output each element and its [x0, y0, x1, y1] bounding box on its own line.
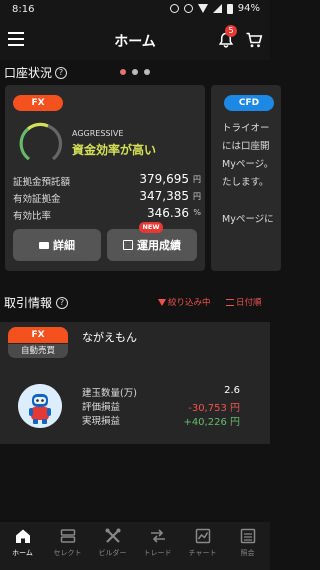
notification-badge: 5: [225, 25, 237, 37]
help-icon[interactable]: ?: [55, 66, 68, 79]
strategy-name: ながえもん: [82, 331, 137, 344]
account-section-header: 口座状況 ?: [4, 64, 68, 81]
select-icon: [60, 529, 75, 543]
fx-account-card[interactable]: FX AGGRESSIVE 資金効率が高い 証拠金預託額 379,695 円 有…: [5, 85, 205, 271]
stat-margin-deposit: 証拠金預託額 379,695 円: [13, 172, 201, 188]
carousel-indicator: [120, 69, 150, 75]
cfd-text-line: Myページ。: [222, 159, 274, 170]
sort-button[interactable]: 日付順: [226, 296, 262, 308]
filter-icon: [158, 298, 166, 306]
trade-icon: [150, 529, 165, 543]
list-icon: [240, 528, 255, 544]
battery-level: 94%: [237, 3, 260, 14]
stat-unrealized-pl: 評価損益 -30,753 円: [82, 402, 240, 414]
risk-gauge: [19, 122, 63, 161]
cfd-account-card[interactable]: CFD トライオー には口座開 Myページ。 たします。 Myページに: [211, 85, 281, 271]
detail-button[interactable]: 詳細: [13, 229, 101, 261]
wifi-icon: [197, 4, 208, 13]
new-badge: NEW: [139, 222, 163, 233]
bottom-nav: ホーム セレクト ビルダー トレード チャート 照会: [0, 522, 270, 570]
status-bar: 8:16 94%: [0, 0, 270, 20]
carousel-dot: [132, 69, 138, 75]
risk-level-label: AGGRESSIVE: [72, 129, 124, 138]
cfd-tag: CFD: [224, 95, 274, 111]
filter-button[interactable]: 絞り込み中: [158, 296, 211, 308]
performance-button[interactable]: 運用成績: [107, 229, 197, 261]
fx-tag: FX: [13, 95, 63, 111]
fx-tag: FX: [8, 327, 68, 343]
card-icon: [39, 241, 49, 249]
signal-icon: [212, 4, 222, 13]
status-time: 8:16: [12, 4, 35, 15]
battery-icon: [226, 3, 233, 14]
nav-builder[interactable]: ビルダー: [90, 522, 135, 570]
alarm-icon: [169, 4, 179, 13]
nav-select[interactable]: セレクト: [45, 522, 90, 570]
carousel-dot: [144, 69, 150, 75]
stat-effective-ratio: 有効比率 346.36 %: [13, 206, 201, 222]
trade-section-title: 取引情報: [4, 296, 53, 310]
nav-inquiry[interactable]: 照会: [225, 522, 270, 570]
stat-position-size: 建玉数量(万) 2.6: [82, 385, 240, 399]
robot-avatar-icon: [18, 384, 62, 428]
risk-level-text: 資金効率が高い: [72, 143, 157, 157]
trade-section-header: 取引情報 ?: [4, 294, 69, 311]
calendar-icon: [123, 240, 133, 250]
nav-chart[interactable]: チャート: [180, 522, 225, 570]
stat-realized-pl: 実現損益 +40,226 円: [82, 416, 240, 428]
help-icon[interactable]: ?: [56, 296, 69, 309]
tools-icon: [105, 528, 120, 543]
home-icon: [15, 529, 30, 543]
cfd-text-line: たします。: [222, 177, 269, 188]
cfd-text-line: Myページに: [222, 214, 274, 225]
carousel-dot: [120, 69, 126, 75]
trade-item[interactable]: FX 自動売買 ながえもん 建玉数量(万) 2.6 評価損益 -30,753 円…: [0, 322, 270, 444]
auto-trade-tag: 自動売買: [8, 344, 68, 358]
cfd-text-line: トライオー: [222, 123, 270, 134]
sort-icon: [226, 298, 234, 306]
chart-icon: [195, 528, 210, 544]
cfd-text-line: には口座開: [222, 141, 270, 152]
account-section-title: 口座状況: [4, 66, 53, 80]
cart-icon[interactable]: [245, 31, 263, 49]
do-not-disturb-icon: [183, 4, 193, 13]
nav-trade[interactable]: トレード: [135, 522, 180, 570]
stat-effective-margin: 有効証拠金 347,385 円: [13, 189, 201, 205]
nav-home[interactable]: ホーム: [0, 522, 45, 570]
